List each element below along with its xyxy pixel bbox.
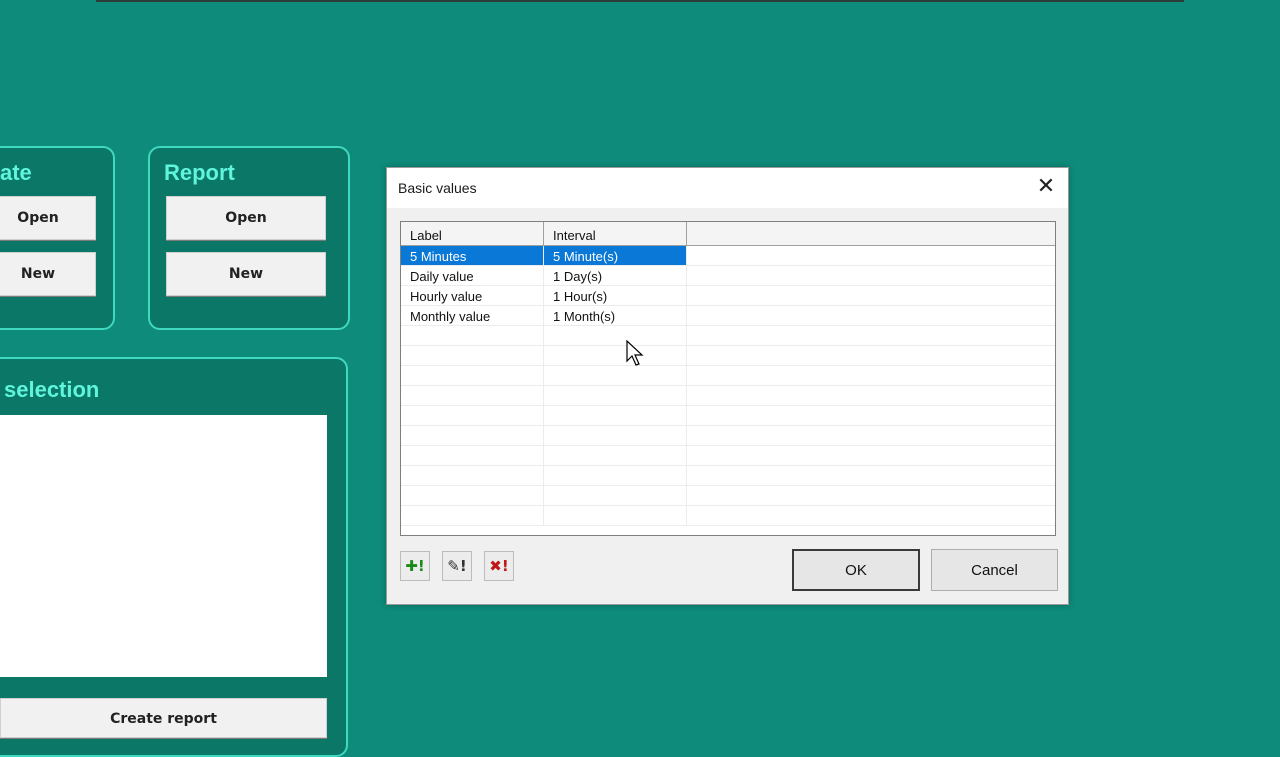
table-row[interactable]: Monthly value 1 Month(s)	[401, 306, 1055, 326]
column-header-label[interactable]: Label	[401, 222, 544, 245]
row-filler	[687, 286, 1055, 305]
empty-row	[401, 366, 1055, 386]
row-interval: 1 Month(s)	[544, 306, 687, 325]
basic-values-dialog: Basic values ✕ Label Interval 5 Minutes …	[386, 167, 1069, 605]
panel-title: ate	[0, 160, 32, 185]
list-header: Label Interval	[401, 222, 1055, 246]
cancel-button[interactable]: Cancel	[931, 549, 1058, 591]
empty-row	[401, 446, 1055, 466]
empty-row	[401, 466, 1055, 486]
row-filler	[687, 266, 1055, 285]
table-row[interactable]: Hourly value 1 Hour(s)	[401, 286, 1055, 306]
list-body: 5 Minutes 5 Minute(s) Daily value 1 Day(…	[401, 246, 1055, 526]
add-icon: ✚!	[405, 557, 425, 575]
delete-row-button[interactable]: ✖!	[484, 551, 514, 581]
row-interval: 1 Hour(s)	[544, 286, 687, 305]
row-filler	[687, 306, 1055, 325]
empty-row	[401, 326, 1055, 346]
top-divider	[96, 0, 1184, 2]
edit-icon: ✎!	[447, 557, 467, 575]
column-header-empty	[687, 222, 1055, 245]
report-title: Report	[164, 160, 235, 185]
row-label: Hourly value	[401, 286, 544, 305]
row-label: Monthly value	[401, 306, 544, 325]
empty-row	[401, 406, 1055, 426]
values-list[interactable]: Label Interval 5 Minutes 5 Minute(s) Dai…	[400, 221, 1056, 536]
row-interval: 1 Day(s)	[544, 266, 687, 285]
report-new-button[interactable]: New	[166, 252, 326, 296]
selection-list[interactable]	[0, 415, 327, 677]
empty-row	[401, 346, 1055, 366]
empty-row	[401, 486, 1055, 506]
ok-button[interactable]: OK	[792, 549, 920, 591]
column-header-interval[interactable]: Interval	[544, 222, 687, 245]
close-icon[interactable]: ✕	[1034, 176, 1058, 200]
selection-title: selection	[4, 377, 100, 402]
delete-icon: ✖!	[489, 557, 509, 575]
dialog-title: Basic values	[398, 180, 477, 196]
empty-row	[401, 506, 1055, 526]
row-label: Daily value	[401, 266, 544, 285]
empty-row	[401, 386, 1055, 406]
table-row[interactable]: Daily value 1 Day(s)	[401, 266, 1055, 286]
mouse-cursor-icon	[626, 340, 644, 366]
report-open-button[interactable]: Open	[166, 196, 326, 240]
empty-row	[401, 426, 1055, 446]
row-interval: 5 Minute(s)	[544, 246, 687, 265]
dialog-titlebar: Basic values ✕	[387, 168, 1068, 208]
row-filler	[687, 246, 1055, 265]
add-row-button[interactable]: ✚!	[400, 551, 430, 581]
row-label: 5 Minutes	[401, 246, 544, 265]
create-report-button[interactable]: Create report	[0, 698, 327, 738]
panel-open-button[interactable]: Open	[0, 196, 96, 240]
edit-row-button[interactable]: ✎!	[442, 551, 472, 581]
panel-new-button[interactable]: New	[0, 252, 96, 296]
table-row[interactable]: 5 Minutes 5 Minute(s)	[401, 246, 1055, 266]
